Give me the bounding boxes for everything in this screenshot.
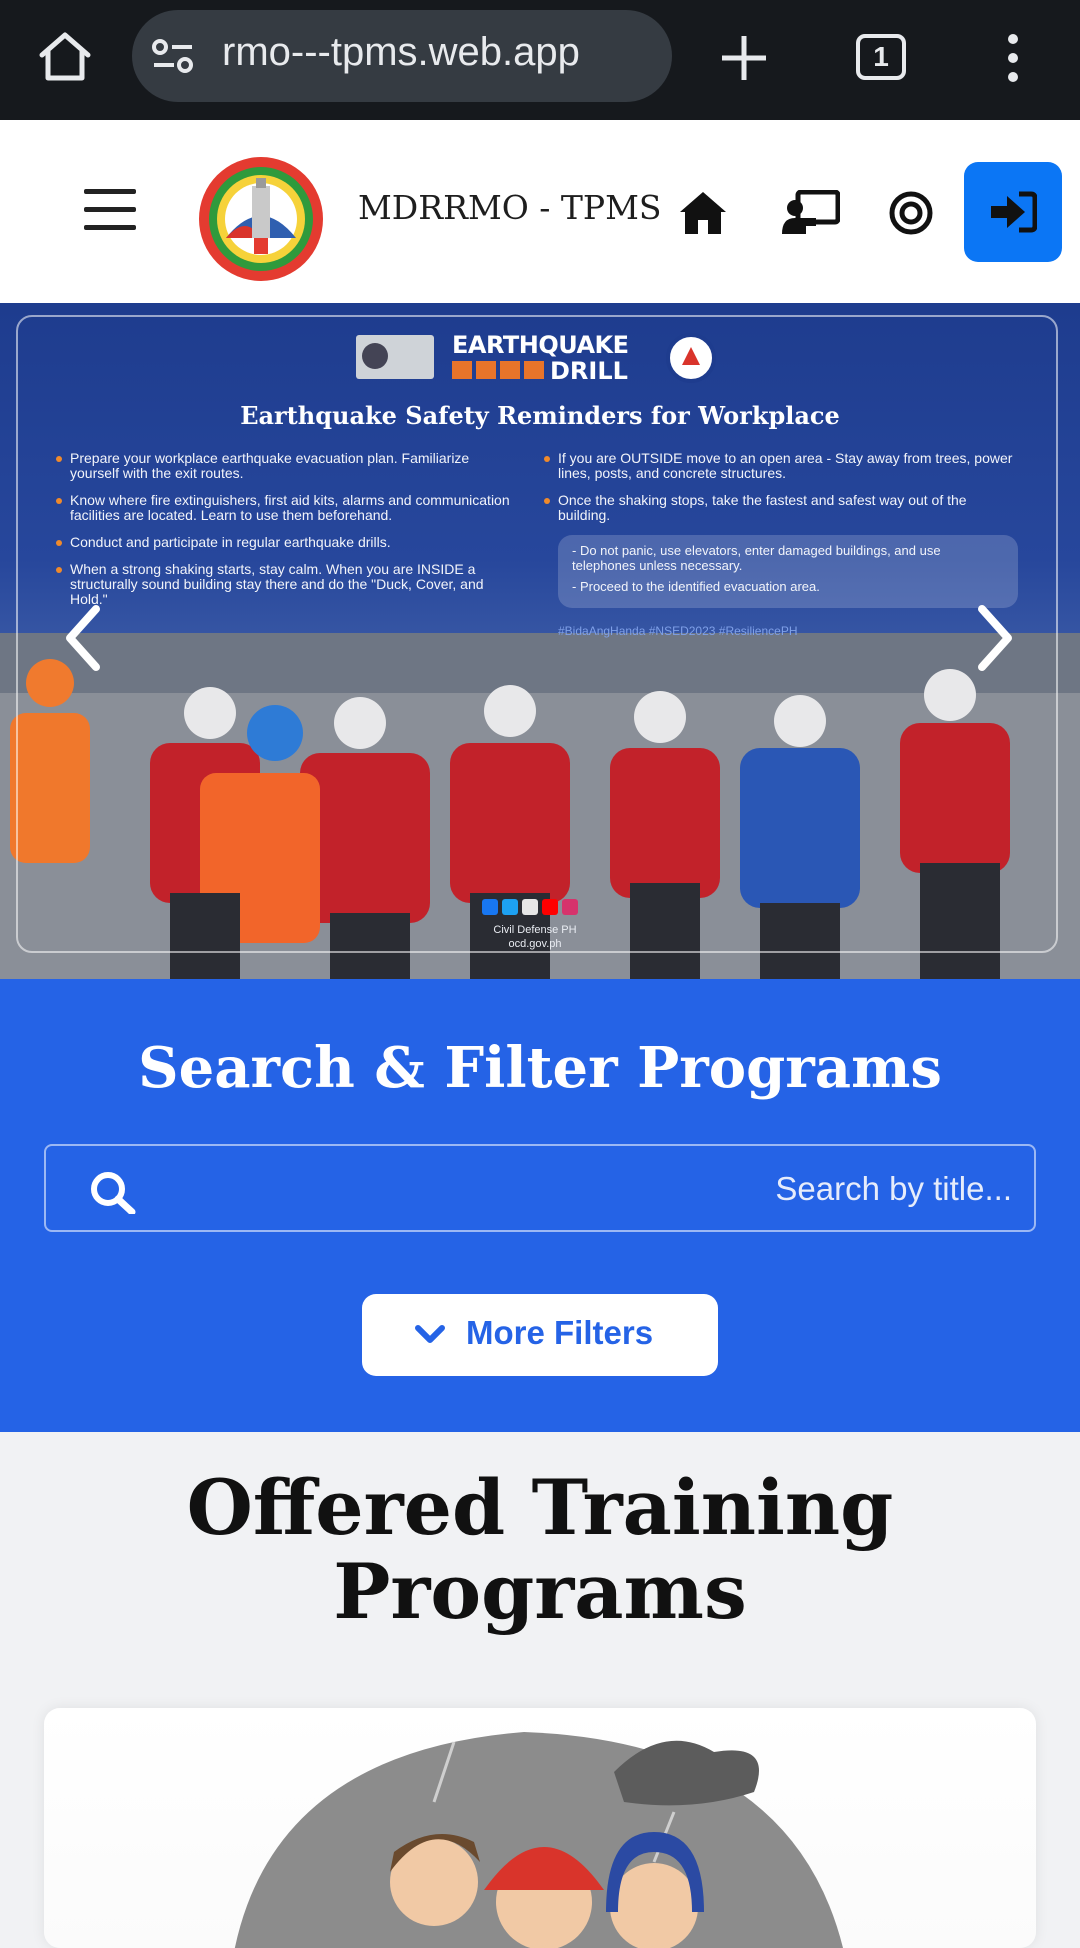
reminder-item: If you are OUTSIDE move to an open area … <box>544 451 1018 481</box>
hero-carousel[interactable]: EARTHQUAKE DRILL Earthquake Safety Remin… <box>0 303 1080 979</box>
chevron-left-icon[interactable] <box>58 603 112 673</box>
login-icon <box>991 191 1037 233</box>
search-box[interactable] <box>44 1144 1036 1232</box>
hamburger-icon[interactable] <box>84 187 136 233</box>
reminder-item: Know where fire extinguishers, first aid… <box>56 493 522 523</box>
search-section: Search & Filter Programs More Filters <box>0 979 1080 1432</box>
ocd-seal <box>666 333 716 383</box>
plus-icon[interactable] <box>716 30 772 86</box>
home-icon[interactable] <box>36 28 94 86</box>
program-illustration <box>234 1732 843 1948</box>
slide-title: Earthquake Safety Reminders for Workplac… <box>240 401 840 430</box>
chevron-down-icon <box>415 1325 445 1343</box>
reminder-item: Once the shaking stops, take the fastest… <box>544 493 1018 523</box>
more-filters-button[interactable]: More Filters <box>362 1294 718 1376</box>
tab-switcher-button[interactable]: 1 <box>856 34 906 80</box>
hashtags: #BidaAngHanda #NSED2023 #ResiliencePH <box>558 624 798 638</box>
site-header: MDRRMO - TPMS <box>0 120 1080 303</box>
mdrrmo-logo[interactable] <box>196 154 326 284</box>
slide-right-column: If you are OUTSIDE move to an open area … <box>544 451 1018 639</box>
social-icons <box>482 899 586 915</box>
reminder-item: Prepare your workplace earthquake evacua… <box>56 451 522 481</box>
brand-title[interactable]: MDRRMO - TPMS <box>358 188 662 227</box>
ocd-credit: Civil Defense PH ocd.gov.ph <box>493 924 577 950</box>
house-icon[interactable] <box>678 190 728 236</box>
reminder-item: When a strong shaking starts, stay calm.… <box>56 562 522 607</box>
note-box: - Do not panic, use elevators, enter dam… <box>558 535 1018 608</box>
login-button[interactable] <box>964 162 1062 262</box>
chevron-right-icon[interactable] <box>966 603 1020 673</box>
note-line: - Do not panic, use elevators, enter dam… <box>572 543 941 573</box>
drill-subtitle: DRILL <box>550 357 628 385</box>
search-input[interactable] <box>166 1154 1012 1224</box>
tune-icon[interactable] <box>152 38 194 74</box>
drill-title: EARTHQUAKE <box>452 331 629 359</box>
target-icon[interactable] <box>888 190 934 236</box>
drill-tiles <box>452 361 544 379</box>
note-line: - Proceed to the identified evacuation a… <box>572 579 820 594</box>
slide-left-column: Prepare your workplace earthquake evacua… <box>56 451 522 619</box>
more-filters-label: More Filters <box>466 1314 654 1351</box>
search-icon <box>91 1172 136 1214</box>
search-heading: Search & Filter Programs <box>138 1035 942 1101</box>
kebab-icon[interactable] <box>1000 32 1026 84</box>
programs-heading: Offered Training Programs <box>186 1463 894 1636</box>
reminder-item: Conduct and participate in regular earth… <box>56 535 522 550</box>
slide-badges: EARTHQUAKE DRILL <box>356 331 724 385</box>
program-card[interactable] <box>44 1708 1036 1948</box>
ndrrmc-badge <box>356 335 434 379</box>
url-text[interactable]: rmo---tpms.web.app <box>222 30 580 75</box>
teacher-icon[interactable] <box>782 190 840 236</box>
browser-toolbar: rmo---tpms.web.app 1 <box>0 0 1080 120</box>
